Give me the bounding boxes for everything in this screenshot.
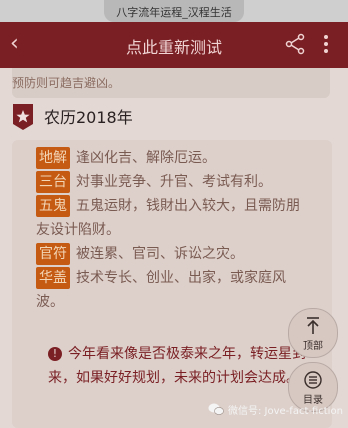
back-to-top-button[interactable]: 顶部 <box>288 308 338 358</box>
star-badge-icon <box>13 104 33 130</box>
list-item: 五鬼 五鬼运財，钱財出入较大，且需防朋友设计陷财。 <box>36 194 306 242</box>
previous-card-text: 预防则可趋吉避凶。 <box>12 76 121 90</box>
back-to-top-label: 顶部 <box>303 341 323 352</box>
star-tag: 地解 <box>36 147 70 169</box>
list-item: 地解 逢凶化吉、解除厄运。 <box>36 146 306 170</box>
star-tag: 官符 <box>36 243 70 265</box>
entry-text: 技术专长、创业、出家，或家庭风波。 <box>36 270 286 310</box>
previous-card: 预防则可趋吉避凶。 <box>0 68 348 98</box>
star-tag: 三台 <box>36 171 70 193</box>
more-icon[interactable] <box>322 33 330 55</box>
entry-text: 逢凶化吉、解除厄运。 <box>76 150 216 166</box>
wechat-icon <box>208 403 224 415</box>
alert-icon: ! <box>48 347 62 361</box>
list-item: 官符 被连累、官司、诉讼之灾。 <box>36 242 306 266</box>
section-title: 农历2018年 <box>44 108 133 127</box>
window-title: 八字流年运程_汉程生活 <box>116 6 232 19</box>
watermark-text: 微信号: Jove-fact-fiction <box>228 406 343 417</box>
arrow-up-icon <box>307 317 319 334</box>
list-item: 三台 対事业竞争、升官、考试有利。 <box>36 170 306 194</box>
star-tag: 华盖 <box>36 267 70 289</box>
status-bar: 八字流年运程_汉程生活 <box>0 0 348 22</box>
warning-text: 今年看来像是否极泰来之年，转运星到来，如果好好规划，未来的计划会达成。 <box>48 346 306 386</box>
star-tag: 五鬼 <box>36 195 70 217</box>
list-icon <box>304 371 322 389</box>
warning-note: ! 今年看来像是否极泰来之年，转运星到来，如果好好规划，未来的计划会达成。 <box>48 342 308 390</box>
share-icon[interactable] <box>284 33 306 55</box>
list-item: 华盖 技术专长、创业、出家，或家庭风波。 <box>36 266 306 314</box>
entry-text: 対事业竞争、升官、考试有利。 <box>76 174 272 190</box>
entry-text: 五鬼运財，钱財出入较大，且需防朋友设计陷财。 <box>36 198 300 238</box>
entry-text: 被连累、官司、诉讼之灾。 <box>76 246 244 262</box>
header-bar: ‹ 点此重新测试 <box>0 22 348 68</box>
